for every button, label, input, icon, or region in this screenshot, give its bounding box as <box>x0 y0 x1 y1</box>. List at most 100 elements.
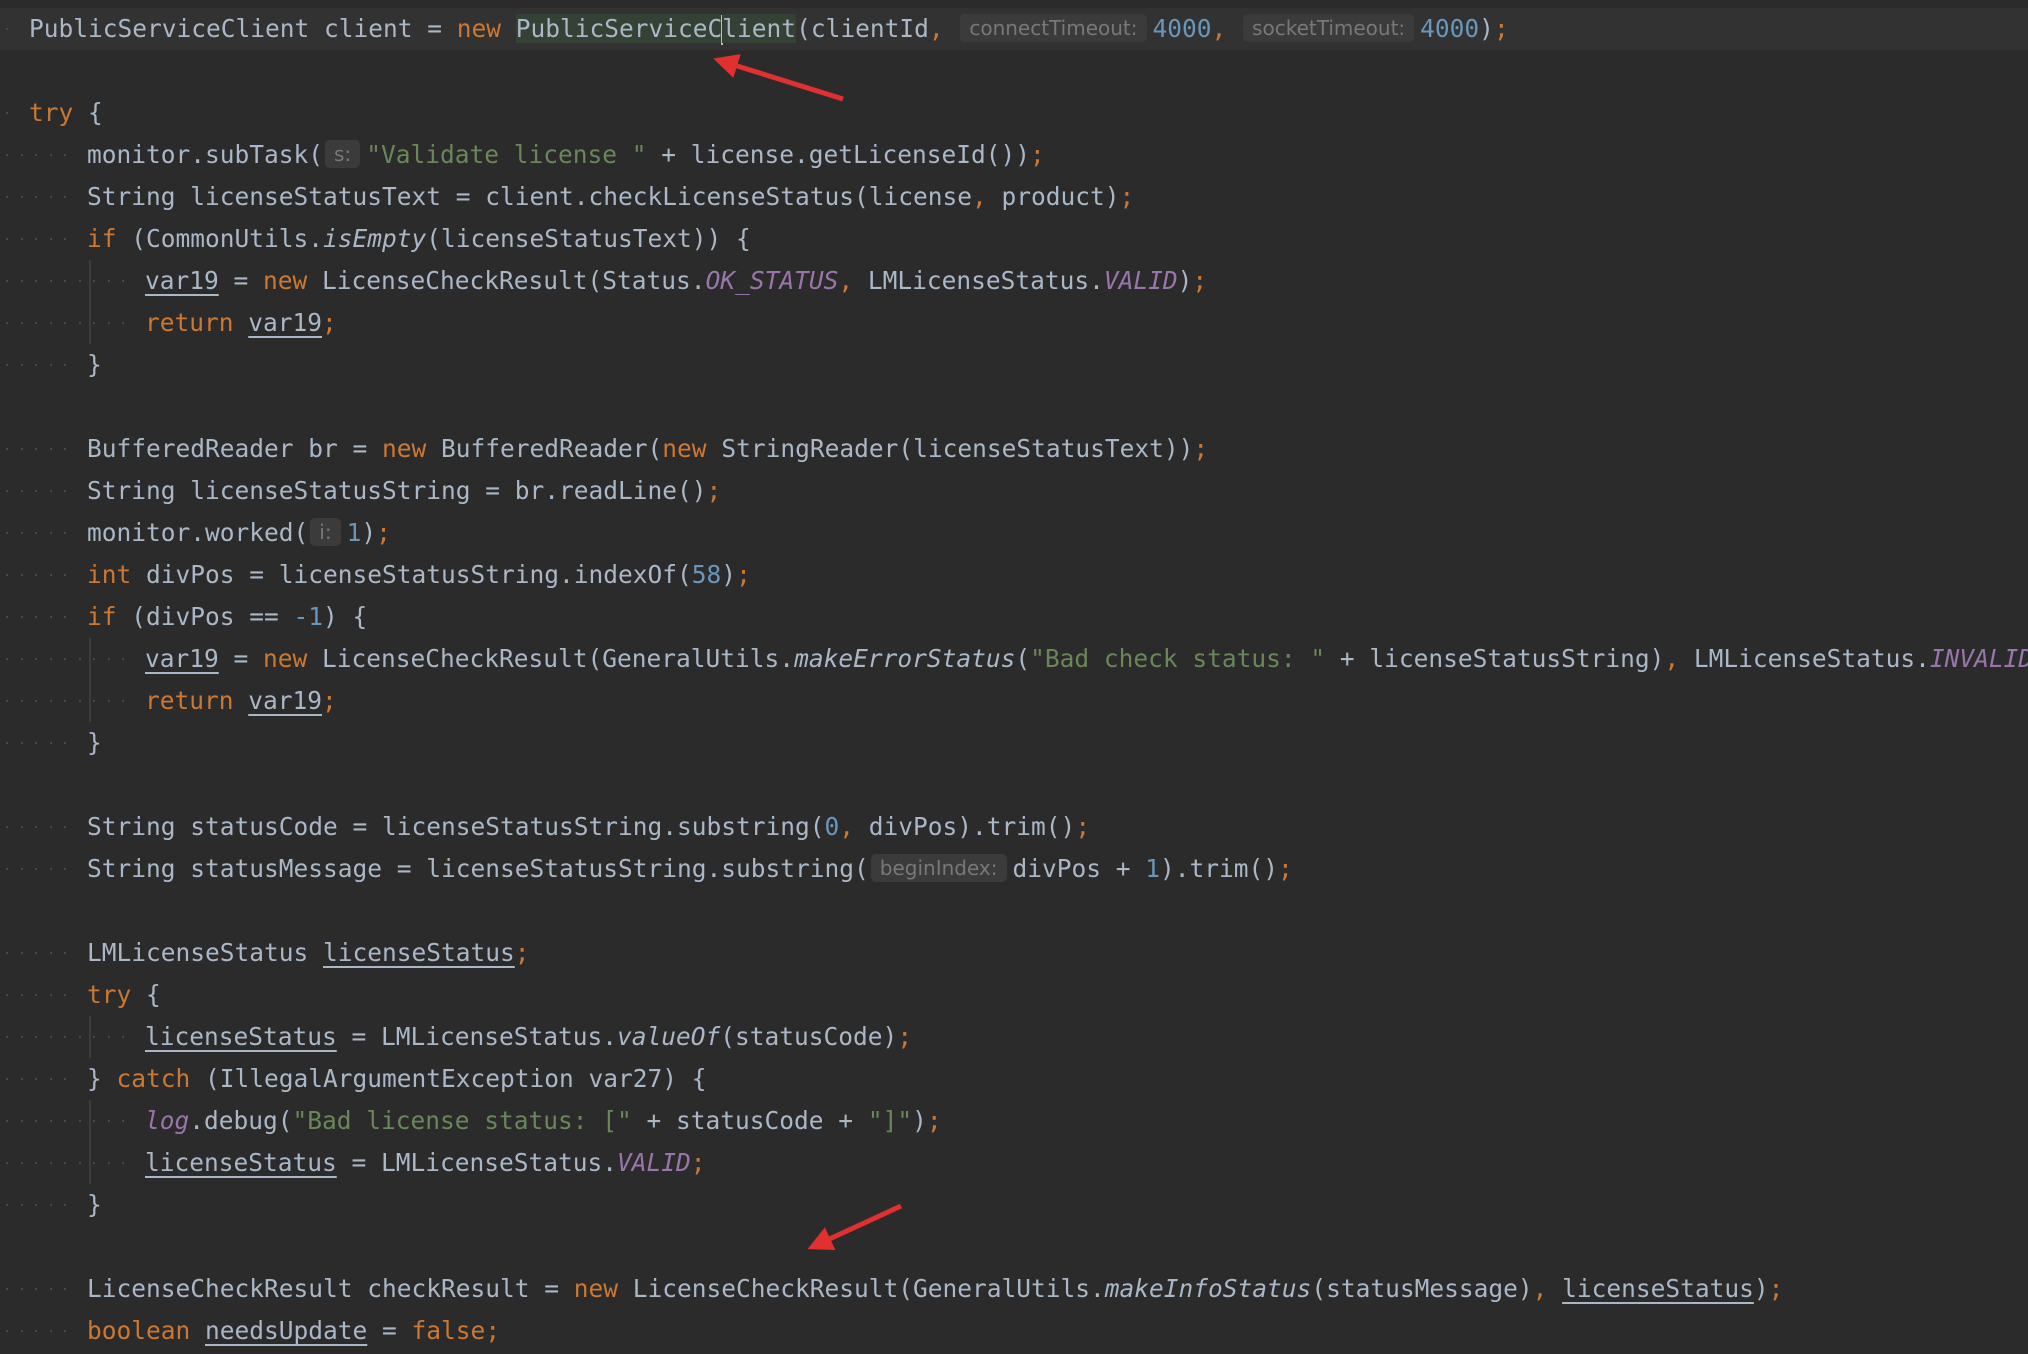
code-text: try { <box>29 92 103 134</box>
code-token: = LMLicenseStatus. <box>336 1148 618 1177</box>
code-token: (statusCode) <box>720 1022 898 1051</box>
keyword: return <box>145 686 249 715</box>
code-line[interactable]: return var19; <box>0 680 2028 722</box>
code-token: String statusMessage = licenseStatusStri… <box>87 854 869 883</box>
code-line[interactable]: log.debug("Bad license status: [" + stat… <box>0 1100 2028 1142</box>
string-literal: "Validate license " <box>366 140 647 169</box>
code-token: LMLicenseStatus <box>87 938 324 967</box>
keyword: ; <box>514 938 530 967</box>
method-call: valueOf <box>617 1022 721 1051</box>
code-line[interactable]: try { <box>0 92 2028 134</box>
code-line[interactable]: LicenseCheckResult checkResult = new Lic… <box>0 1268 2028 1310</box>
code-token: } <box>87 728 102 757</box>
whitespace-dot <box>21 658 23 660</box>
code-token: divPos).trim() <box>868 812 1076 841</box>
parameter-hint: beginIndex: <box>870 854 1007 882</box>
code-line[interactable]: try { <box>0 974 2028 1016</box>
code-text: return var19; <box>145 302 337 344</box>
code-line[interactable]: boolean needsUpdate = false; <box>0 1310 2028 1352</box>
variable: var19 <box>145 266 219 295</box>
whitespace-dot <box>108 1120 110 1122</box>
keyword: , <box>1211 14 1242 43</box>
code-line[interactable]: PublicServiceClient client = new PublicS… <box>0 8 2028 50</box>
code-line[interactable]: String licenseStatusString = br.readLine… <box>0 470 2028 512</box>
keyword: ; <box>926 1106 942 1135</box>
code-line[interactable]: String licenseStatusText = client.checkL… <box>0 176 2028 218</box>
number-literal: 58 <box>691 560 722 589</box>
whitespace-dot <box>21 532 23 534</box>
code-line[interactable] <box>0 386 2028 428</box>
code-token: + licenseStatusString) <box>1325 644 1665 673</box>
code-line[interactable]: monitor.subTask(s: "Validate license " + … <box>0 134 2028 176</box>
code-line[interactable]: String statusMessage = licenseStatusStri… <box>0 848 2028 890</box>
code-line[interactable]: var19 = new LicenseCheckResult(Status.OK… <box>0 260 2028 302</box>
highlighted-symbol: lient <box>722 14 797 43</box>
keyword: catch <box>116 1064 206 1093</box>
code-line[interactable]: monitor.worked(i: 1); <box>0 512 2028 554</box>
keyword: try <box>87 980 147 1009</box>
code-line[interactable]: } catch (IllegalArgumentException var27)… <box>0 1058 2028 1100</box>
code-line[interactable]: var19 = new LicenseCheckResult(GeneralUt… <box>0 638 2028 680</box>
whitespace-dot <box>6 196 8 198</box>
code-line[interactable]: return var19; <box>0 302 2028 344</box>
whitespace-dot <box>21 1120 23 1122</box>
whitespace-dot <box>35 532 37 534</box>
whitespace-dot <box>64 280 66 282</box>
code-line[interactable]: licenseStatus = LMLicenseStatus.valueOf(… <box>0 1016 2028 1058</box>
code-line[interactable]: LMLicenseStatus licenseStatus; <box>0 932 2028 974</box>
whitespace-dot <box>64 490 66 492</box>
keyword: false <box>411 1316 486 1345</box>
number-literal: 4000 <box>1420 14 1480 43</box>
whitespace-dot <box>50 994 52 996</box>
whitespace-dot <box>108 322 110 324</box>
code-line[interactable] <box>0 1226 2028 1268</box>
code-line[interactable]: licenseStatus = LMLicenseStatus.VALID; <box>0 1142 2028 1184</box>
whitespace-dot <box>6 280 8 282</box>
code-token: BufferedReader( <box>441 434 663 463</box>
whitespace-dot <box>21 952 23 954</box>
whitespace-dot <box>35 616 37 618</box>
code-token: } <box>87 1190 102 1219</box>
code-line[interactable]: if (divPos == -1) { <box>0 596 2028 638</box>
whitespace-dot <box>50 1120 52 1122</box>
code-line[interactable] <box>0 50 2028 92</box>
whitespace-dot <box>64 1120 66 1122</box>
whitespace-dot <box>6 1120 8 1122</box>
code-text: } catch (IllegalArgumentException var27)… <box>87 1058 707 1100</box>
whitespace-dot <box>6 1204 8 1206</box>
constant: OK_STATUS <box>705 266 839 295</box>
code-line[interactable]: int divPos = licenseStatusString.indexOf… <box>0 554 2028 596</box>
whitespace-dot <box>21 238 23 240</box>
code-line[interactable] <box>0 890 2028 932</box>
code-line[interactable] <box>0 764 2028 806</box>
whitespace-dot <box>6 952 8 954</box>
code-editor[interactable]: PublicServiceClient client = new PublicS… <box>0 0 2028 1354</box>
whitespace-dot <box>50 700 52 702</box>
whitespace-dot <box>6 616 8 618</box>
field-ref: log <box>145 1106 190 1135</box>
whitespace-dot <box>21 448 23 450</box>
code-line[interactable]: } <box>0 722 2028 764</box>
variable: needsUpdate <box>205 1316 368 1345</box>
whitespace-dot <box>64 742 66 744</box>
keyword: ; <box>485 1316 501 1345</box>
whitespace-dot <box>21 280 23 282</box>
whitespace-dot <box>64 238 66 240</box>
whitespace-dot <box>64 364 66 366</box>
whitespace-dot <box>50 1036 52 1038</box>
code-token: LicenseCheckResult checkResult = <box>87 1274 574 1303</box>
whitespace-dot <box>122 280 124 282</box>
code-line[interactable]: } <box>0 344 2028 386</box>
code-line[interactable]: } <box>0 1184 2028 1226</box>
whitespace-dot <box>35 238 37 240</box>
whitespace-dot <box>50 826 52 828</box>
code-line[interactable]: BufferedReader br = new BufferedReader(n… <box>0 428 2028 470</box>
whitespace-dot <box>64 1204 66 1206</box>
code-line[interactable]: if (CommonUtils.isEmpty(licenseStatusTex… <box>0 218 2028 260</box>
code-line[interactable]: String statusCode = licenseStatusString.… <box>0 806 2028 848</box>
whitespace-dot <box>50 280 52 282</box>
code-token: StringReader(licenseStatusText)) <box>721 434 1194 463</box>
whitespace-dot <box>6 742 8 744</box>
whitespace-dot <box>21 826 23 828</box>
whitespace-dot <box>64 574 66 576</box>
